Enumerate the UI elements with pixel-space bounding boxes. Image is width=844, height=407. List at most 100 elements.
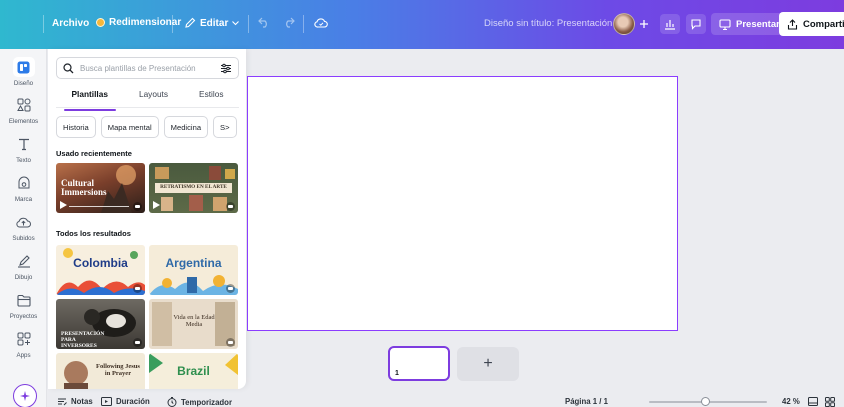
text-icon [13,134,35,154]
template-thumbnail[interactable]: Vida en la Edad Media [149,299,238,349]
thumbnail-art [56,248,145,295]
undo-button[interactable] [258,17,270,28]
insights-button[interactable] [660,14,680,34]
chip-more[interactable]: S> [213,116,237,138]
category-chips: Historia Mapa mental Medicina S> [56,116,246,138]
rail-item-design[interactable]: Diseño [0,57,47,87]
duration-icon [101,397,112,406]
brand-icon [13,173,35,193]
crown-icon [226,202,235,211]
page-view-button[interactable] [808,397,818,406]
comments-button[interactable] [686,14,706,34]
avatar[interactable] [613,13,635,35]
grid-view-icon [825,397,835,407]
results-section-title: Todos los resultados [56,229,131,238]
crown-icon [226,338,235,347]
pencil-icon [185,17,196,28]
add-collaborator-button[interactable] [634,14,654,34]
template-thumbnail[interactable]: RETRATISMO EN EL ARTE [149,163,238,213]
search-input[interactable] [80,63,214,73]
rail-item-projects[interactable]: Proyectos [0,290,47,320]
thumbnail-title: Cultural Immersions [61,178,107,198]
divider [248,15,249,33]
timer-icon [167,397,177,407]
elements-icon [13,95,35,115]
chevron-down-icon [232,20,240,25]
save-status-button[interactable] [314,17,328,29]
undo-icon [258,17,267,28]
share-icon [787,18,798,30]
page-number: 1 [395,370,399,377]
edit-menu[interactable]: Editar [184,17,240,29]
rail-item-draw[interactable]: Dibujo [0,251,47,281]
search-icon [63,62,74,73]
bar-chart-icon [665,20,675,30]
sparkle-icon [20,391,30,401]
template-thumbnail[interactable]: Argentina [149,245,238,295]
thumbnail-title: Brazil [177,364,210,378]
duration-button[interactable]: Duración [101,397,150,406]
thumbnail-title: Vida en la Edad Media [173,314,215,329]
menu-icon[interactable] [16,17,28,29]
rail-item-elements[interactable]: Elementos [0,95,47,125]
template-thumbnail[interactable]: Cultural Immersions [56,163,145,213]
tab-layouts[interactable]: Layouts [139,87,168,107]
template-thumbnail[interactable]: Following Jesus in Prayer [56,353,145,389]
panel-tabs: Plantillas Layouts Estilos [56,87,239,111]
presentation-page[interactable] [247,76,678,331]
uploads-icon [13,212,35,232]
rail-item-text[interactable]: Texto [0,134,47,164]
rail-item-brand[interactable]: Marca [0,173,47,203]
filter-icon[interactable] [220,63,232,74]
plus-icon: + [483,355,493,372]
divider [56,107,239,108]
magic-assistant-button[interactable] [13,384,37,407]
chip-medicine[interactable]: Medicina [163,116,209,138]
recent-section-title: Usado recientemente [56,149,132,158]
grid-view-button[interactable] [825,397,835,407]
tab-templates[interactable]: Plantillas [63,87,117,111]
rail-item-apps[interactable]: Apps [0,329,47,359]
progress-bar [69,205,129,207]
thumbnail-title: PRESENTACIÓN PARA INVERSORES [61,331,105,349]
template-thumbnail[interactable]: Colombia [56,245,145,295]
footer-bar: Notas Duración Temporizador Página 1 / 1… [47,393,844,407]
chip-history[interactable]: Historia [56,116,96,138]
notes-button[interactable]: Notas [57,397,93,406]
template-thumbnail[interactable]: Brazil [149,353,238,389]
page-thumbnail[interactable]: 1 [388,346,450,381]
comment-icon [691,19,701,30]
play-icon [153,201,160,209]
plus-icon [640,20,648,28]
play-icon [60,201,67,209]
zoom-slider[interactable] [649,397,767,406]
zoom-slider-handle[interactable] [701,397,710,406]
chip-mind-map[interactable]: Mapa mental [100,116,159,138]
crown-icon [133,338,142,347]
redo-button[interactable] [283,17,295,28]
present-button[interactable]: Presentar [711,13,788,35]
resize-button[interactable]: Redimensionar [96,17,181,28]
notes-icon [58,398,67,406]
share-button[interactable]: Compartir [779,12,844,36]
thumbnail-art [149,275,238,295]
rail-item-uploads[interactable]: Subidos [0,212,47,242]
timer-button[interactable]: Temporizador [167,397,232,407]
file-menu[interactable]: Archivo [52,18,89,29]
add-page-button[interactable]: + [457,347,519,381]
crown-icon [133,284,142,293]
page-indicator: Página 1 / 1 [565,397,608,406]
divider [303,15,304,33]
projects-icon [13,290,35,310]
document-title[interactable]: Diseño sin título: Presentación [484,18,612,29]
zoom-level[interactable]: 42 % [782,397,800,406]
redo-icon [286,17,295,28]
crown-icon [96,18,105,27]
thumbnail-title: RETRATISMO EN EL ARTE [155,183,232,193]
tab-styles[interactable]: Estilos [199,87,223,107]
divider [43,15,44,33]
template-search [56,57,239,79]
template-thumbnail[interactable]: PRESENTACIÓN PARA INVERSORES [56,299,145,349]
cloud-check-icon [314,18,328,28]
apps-icon [13,329,35,349]
